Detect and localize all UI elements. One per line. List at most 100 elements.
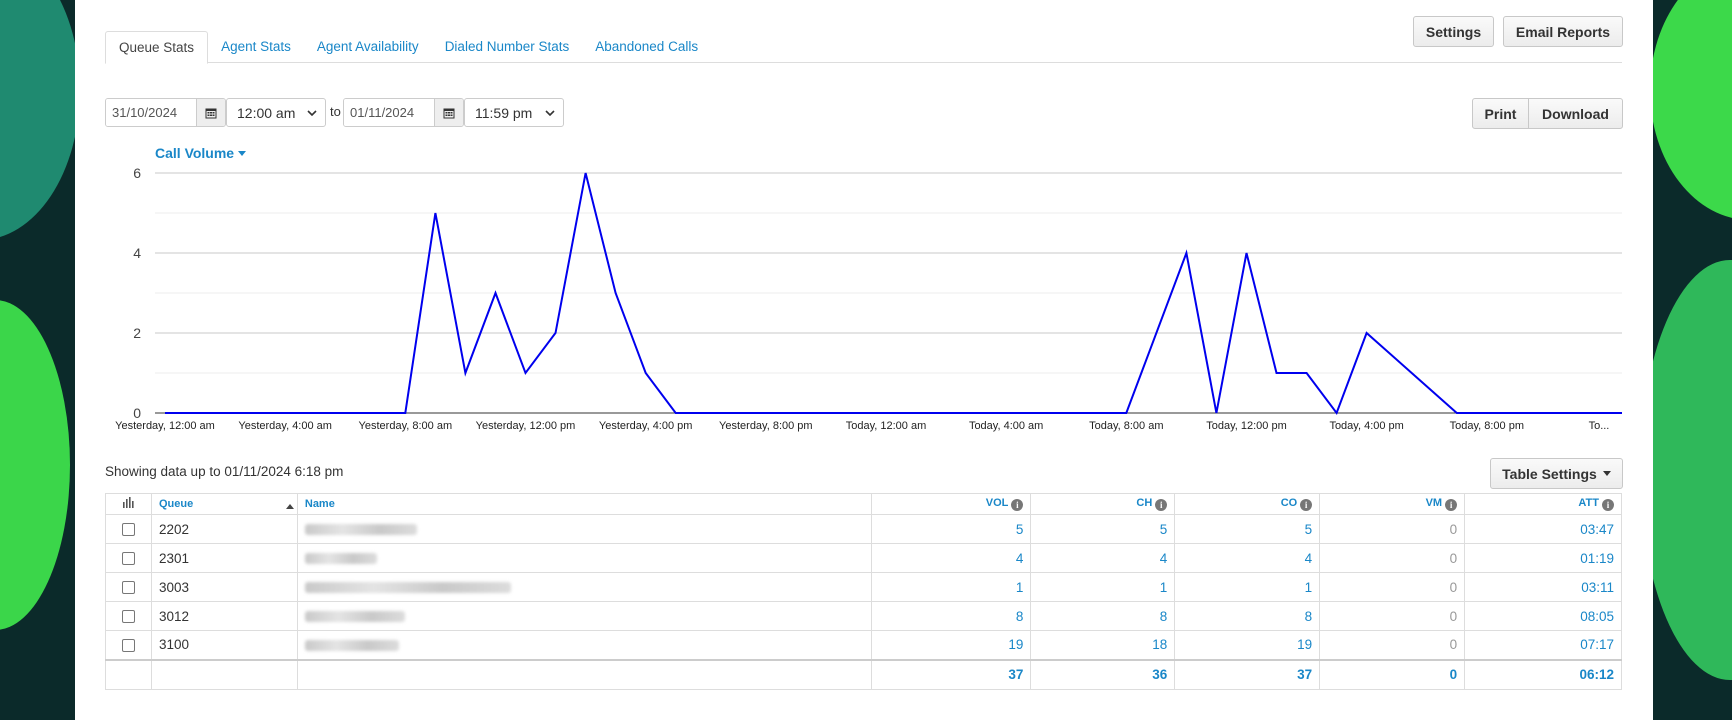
- end-time-select[interactable]: 11:59 pm: [464, 98, 564, 127]
- col-ch[interactable]: CH i: [1030, 493, 1176, 515]
- x-tick-label: Yesterday, 4:00 am: [238, 420, 332, 432]
- table-row[interactable]: 3012 8 8 8 0 08:05: [105, 601, 1622, 631]
- table-row[interactable]: 2301 4 4 4 0 01:19: [105, 543, 1622, 573]
- tab-queue-stats[interactable]: Queue Stats: [105, 31, 209, 64]
- total-co: 37: [1174, 658, 1321, 690]
- info-icon[interactable]: i: [1602, 499, 1614, 511]
- caret-down-icon: [237, 151, 246, 156]
- total-vm: 0: [1319, 658, 1466, 690]
- info-icon[interactable]: i: [1155, 499, 1168, 511]
- row-checkbox-cell: [105, 543, 152, 573]
- col-queue[interactable]: Queue: [150, 493, 298, 515]
- vol-cell[interactable]: 5: [870, 514, 1032, 544]
- table-row[interactable]: 2202 5 5 5 0 03:47: [105, 514, 1622, 544]
- calendar-icon[interactable]: [196, 99, 225, 126]
- row-checkbox-cell: [105, 572, 152, 602]
- att-cell[interactable]: 03:11: [1464, 572, 1622, 602]
- x-tick-label: Yesterday, 8:00 am: [359, 420, 453, 432]
- start-date-input[interactable]: [106, 99, 196, 126]
- att-cell[interactable]: 08:05: [1464, 601, 1622, 631]
- queue-stats-table: Queue Name VOL i CH i CO i VM i ATT i 2202 5 …: [105, 493, 1622, 690]
- tab-agent-stats[interactable]: Agent Stats: [208, 31, 304, 63]
- co-cell[interactable]: 8: [1174, 601, 1321, 631]
- co-cell[interactable]: 4: [1174, 543, 1321, 573]
- x-tick-label: Today, 4:00 am: [969, 420, 1043, 432]
- vol-cell[interactable]: 8: [870, 601, 1032, 631]
- call-volume-chart: 0 2 4 6 Yesterday, 12:00 am Yesterday, 4:00 a…: [115, 165, 1622, 432]
- start-time-value: 12:00 am: [237, 104, 296, 121]
- settings-button[interactable]: Settings: [1413, 16, 1494, 47]
- column-chooser[interactable]: [105, 493, 152, 515]
- vm-cell: 0: [1319, 630, 1466, 660]
- name-cell-redacted: [296, 514, 872, 544]
- ch-cell[interactable]: 18: [1030, 630, 1176, 660]
- col-co[interactable]: CO i: [1174, 493, 1321, 515]
- chart-metric-dropdown[interactable]: Call Volume: [155, 145, 246, 161]
- row-checkbox-cell: [105, 514, 152, 544]
- table-row[interactable]: 3100 19 18 19 0 07:17: [105, 630, 1622, 660]
- table-settings-button[interactable]: Table Settings: [1490, 458, 1623, 489]
- att-cell[interactable]: 01:19: [1464, 543, 1622, 573]
- ch-cell[interactable]: 5: [1030, 514, 1176, 544]
- totals-row: 37 36 37 0 06:12: [105, 658, 1622, 690]
- col-vol[interactable]: VOL i: [870, 493, 1032, 515]
- caret-down-icon: [1602, 471, 1611, 476]
- col-name[interactable]: Name: [296, 493, 872, 515]
- info-icon[interactable]: i: [1445, 499, 1458, 511]
- tab-abandoned-calls[interactable]: Abandoned Calls: [582, 31, 711, 63]
- end-date-picker: [343, 98, 464, 127]
- ch-cell[interactable]: 8: [1030, 601, 1176, 631]
- print-button[interactable]: Print: [1472, 98, 1529, 129]
- col-vm[interactable]: VM i: [1319, 493, 1466, 515]
- co-cell[interactable]: 19: [1174, 630, 1321, 660]
- x-tick-label: Today, 8:00 am: [1089, 420, 1163, 432]
- vm-cell: 0: [1319, 601, 1466, 631]
- col-att[interactable]: ATT i: [1464, 493, 1622, 515]
- tab-dialed-number-stats[interactable]: Dialed Number Stats: [432, 31, 583, 63]
- co-cell[interactable]: 5: [1174, 514, 1321, 544]
- queue-cell: 3012: [150, 601, 298, 631]
- end-time-value: 11:59 pm: [475, 104, 533, 121]
- att-cell[interactable]: 07:17: [1464, 630, 1622, 660]
- end-date-input[interactable]: [344, 99, 434, 126]
- y-tick-label: 4: [133, 245, 141, 261]
- total-ch: 36: [1030, 658, 1176, 690]
- table-header: Queue Name VOL i CH i CO i VM i ATT i: [105, 493, 1622, 515]
- row-checkbox[interactable]: [121, 523, 135, 537]
- name-cell-redacted: [296, 572, 872, 602]
- vm-cell: 0: [1319, 543, 1466, 573]
- row-checkbox[interactable]: [121, 610, 135, 624]
- queue-cell: 2202: [150, 514, 298, 544]
- x-tick-label: Yesterday, 12:00 pm: [476, 420, 576, 432]
- info-icon[interactable]: i: [1011, 499, 1024, 511]
- x-tick-label: Today, 12:00 am: [846, 420, 927, 432]
- ch-cell[interactable]: 1: [1030, 572, 1176, 602]
- report-tabs: Queue Stats Agent Stats Agent Availabili…: [105, 31, 1622, 64]
- calendar-icon[interactable]: [434, 99, 463, 126]
- info-icon[interactable]: i: [1300, 499, 1313, 511]
- start-time-select[interactable]: 12:00 am: [226, 98, 326, 127]
- row-checkbox[interactable]: [121, 552, 135, 566]
- x-tick-label: Today, 12:00 pm: [1206, 420, 1287, 432]
- ch-cell[interactable]: 4: [1030, 543, 1176, 573]
- queue-cell: 3003: [150, 572, 298, 602]
- row-checkbox[interactable]: [121, 581, 135, 595]
- att-cell[interactable]: 03:47: [1464, 514, 1622, 544]
- queue-cell: 3100: [150, 630, 298, 660]
- chevron-down-icon: [545, 109, 555, 116]
- total-vol: 37: [870, 658, 1032, 690]
- name-cell-redacted: [296, 601, 872, 631]
- download-button[interactable]: Download: [1528, 98, 1623, 129]
- email-reports-button[interactable]: Email Reports: [1503, 16, 1623, 47]
- row-checkbox-cell: [105, 601, 152, 631]
- row-checkbox[interactable]: [121, 639, 135, 653]
- vm-cell: 0: [1319, 572, 1466, 602]
- sort-asc-icon: [285, 504, 294, 509]
- chevron-down-icon: [307, 109, 317, 116]
- vol-cell[interactable]: 19: [870, 630, 1032, 660]
- vol-cell[interactable]: 4: [870, 543, 1032, 573]
- tab-agent-availability[interactable]: Agent Availability: [304, 31, 432, 63]
- vol-cell[interactable]: 1: [870, 572, 1032, 602]
- co-cell[interactable]: 1: [1174, 572, 1321, 602]
- table-row[interactable]: 3003 1 1 1 0 03:11: [105, 572, 1622, 602]
